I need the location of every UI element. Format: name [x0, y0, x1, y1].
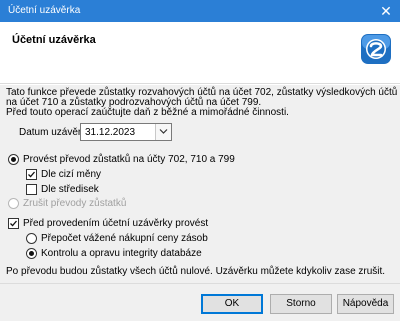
- before-closing-checkbox[interactable]: [8, 217, 19, 229]
- recalc-prices-option[interactable]: Přepočet vážené nákupní ceny zásob: [26, 231, 208, 245]
- title-bar: Účetní uzávěrka ✕: [0, 0, 400, 22]
- transfer-radio[interactable]: [8, 153, 19, 165]
- transfer-label: Provést převod zůstatků na účty 702, 710…: [23, 153, 235, 165]
- cancel-transfers-option: Zrušit převody zůstatků: [8, 196, 126, 210]
- ok-button[interactable]: OK: [201, 294, 263, 314]
- note-text: Po převodu budou zůstatky všech účtů nul…: [6, 264, 385, 278]
- by-center-option[interactable]: Dle středisek: [26, 182, 99, 196]
- dialog-title: Účetní uzávěrka: [12, 34, 96, 46]
- check-db-label: Kontrolu a opravu integrity databáze: [41, 247, 202, 259]
- foreign-currency-checkbox[interactable]: [26, 168, 37, 180]
- foreign-currency-label: Dle cizí měny: [41, 168, 102, 180]
- dialog-header: Účetní uzávěrka: [0, 22, 400, 84]
- by-center-checkbox[interactable]: [26, 183, 37, 195]
- check-db-option[interactable]: Kontrolu a opravu integrity databáze: [26, 246, 202, 260]
- dialog-footer: OK Storno Nápověda: [0, 283, 400, 321]
- cancel-transfers-radio: [8, 197, 19, 209]
- recalc-prices-radio[interactable]: [26, 232, 37, 244]
- check-db-radio[interactable]: [26, 247, 37, 259]
- by-center-label: Dle středisek: [41, 183, 99, 195]
- cancel-transfers-label: Zrušit převody zůstatků: [23, 197, 127, 209]
- window-title: Účetní uzávěrka: [8, 5, 81, 16]
- description-line: Před touto operací zaúčtujte daň z běžné…: [6, 107, 289, 118]
- checkmark-icon: [28, 171, 35, 178]
- date-dropdown-button[interactable]: [155, 124, 171, 140]
- date-picker[interactable]: 31.12.2023: [80, 123, 172, 141]
- help-button[interactable]: Nápověda: [337, 294, 394, 314]
- app-logo-icon: [361, 34, 391, 64]
- close-icon[interactable]: ✕: [372, 0, 400, 22]
- foreign-currency-option[interactable]: Dle cizí měny: [26, 167, 101, 181]
- date-value[interactable]: 31.12.2023: [85, 127, 135, 138]
- dialog-body: Tato funkce převede zůstatky rozvahových…: [0, 85, 400, 283]
- before-closing-option[interactable]: Před provedením účetní uzávěrky provést: [8, 216, 208, 230]
- recalc-prices-label: Přepočet vážené nákupní ceny zásob: [41, 232, 208, 244]
- note-label: Po převodu budou zůstatky všech účtů nul…: [6, 265, 386, 277]
- description-text: Tato funkce převede zůstatky rozvahových…: [6, 88, 397, 118]
- transfer-radio-option[interactable]: Provést převod zůstatků na účty 702, 710…: [8, 152, 235, 166]
- chevron-down-icon: [159, 129, 168, 134]
- checkmark-icon: [10, 220, 17, 227]
- cancel-button[interactable]: Storno: [270, 294, 332, 314]
- before-closing-label: Před provedením účetní uzávěrky provést: [23, 217, 209, 229]
